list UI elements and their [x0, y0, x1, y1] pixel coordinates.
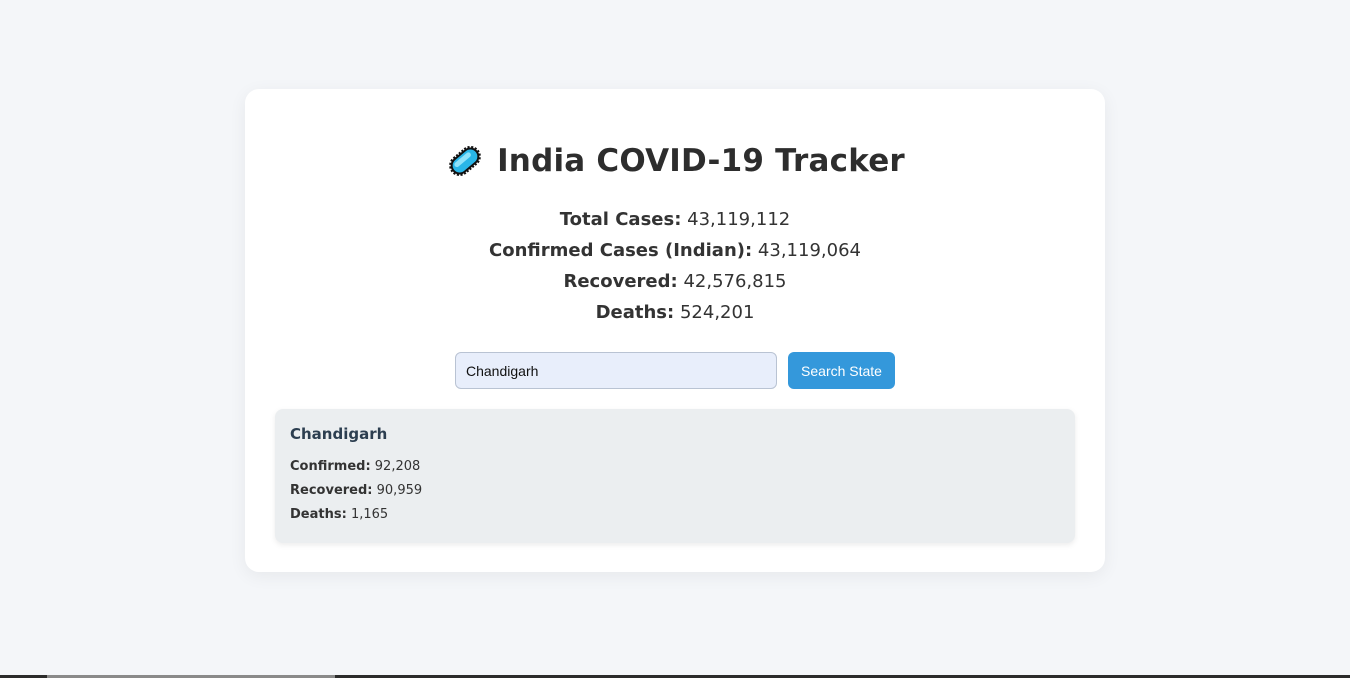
recovered-stat: Recovered: 42,576,815 [245, 266, 1105, 297]
national-stats: Total Cases: 43,119,112 Confirmed Cases … [245, 204, 1105, 328]
state-name: Chandigarh [290, 425, 388, 443]
total-cases-stat: Total Cases: 43,119,112 [245, 204, 1105, 235]
pill-icon [445, 141, 485, 181]
state-deaths-label: Deaths: [290, 507, 347, 522]
header: India COVID-19 Tracker [245, 141, 1105, 181]
state-recovered-value: 90,959 [376, 483, 423, 498]
deaths-value: 524,201 [679, 302, 755, 323]
deaths-stat: Deaths: 524,201 [245, 297, 1105, 328]
state-confirmed-value: 92,208 [374, 459, 421, 474]
state-recovered: Recovered: 90,959 [290, 479, 1060, 503]
state-search-input[interactable] [455, 352, 777, 389]
state-recovered-label: Recovered: [290, 483, 373, 498]
state-deaths-value: 1,165 [350, 507, 389, 522]
recovered-value: 42,576,815 [683, 271, 787, 292]
search-state-button[interactable]: Search State [788, 352, 895, 389]
total-cases-label: Total Cases: [559, 209, 682, 230]
confirmed-cases-stat: Confirmed Cases (Indian): 43,119,064 [245, 235, 1105, 266]
search-bar: Search State [455, 352, 895, 389]
state-result-panel: Chandigarh Confirmed: 92,208 Recovered: … [275, 409, 1075, 543]
recovered-label: Recovered: [563, 271, 678, 292]
state-deaths: Deaths: 1,165 [290, 503, 1060, 527]
total-cases-value: 43,119,112 [687, 209, 791, 230]
state-confirmed-label: Confirmed: [290, 459, 371, 474]
page-title: India COVID-19 Tracker [497, 143, 905, 179]
confirmed-cases-label: Confirmed Cases (Indian): [489, 240, 753, 261]
confirmed-cases-value: 43,119,064 [757, 240, 861, 261]
tracker-card: India COVID-19 Tracker Total Cases: 43,1… [245, 89, 1105, 572]
state-confirmed: Confirmed: 92,208 [290, 455, 1060, 479]
deaths-label: Deaths: [595, 302, 675, 323]
